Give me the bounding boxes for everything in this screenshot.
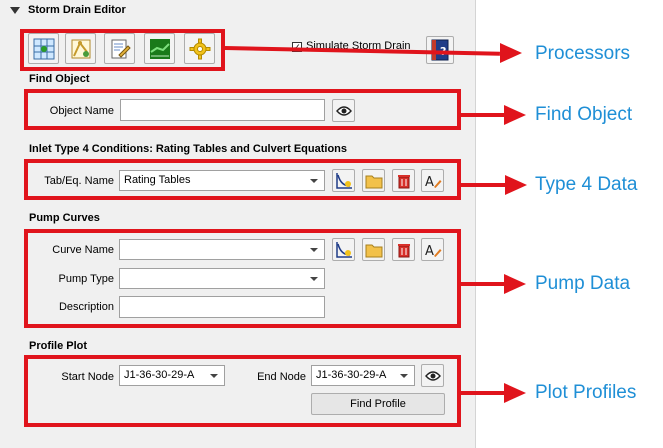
type4-arrowhead — [505, 175, 527, 195]
profile-plot-title: Profile Plot — [29, 340, 88, 352]
type4-title: Inlet Type 4 Conditions: Rating Tables a… — [29, 143, 348, 155]
panel-header[interactable]: Storm Drain Editor — [10, 2, 126, 18]
profile-arrow-line — [461, 391, 505, 395]
processors-highlight-box — [20, 29, 225, 71]
pump-curves-title: Pump Curves — [29, 212, 100, 224]
plot-callout: Plot Profiles — [535, 382, 637, 403]
profile-highlight-box — [24, 355, 461, 427]
pump-highlight-box — [24, 229, 461, 328]
type4-arrow-line — [461, 183, 506, 187]
collapse-triangle-icon[interactable] — [10, 6, 20, 14]
pump-arrowhead — [504, 274, 526, 294]
find-object-arrowhead — [504, 105, 526, 125]
pump-callout: Pump Data — [535, 273, 631, 294]
find-object-arrow-line — [461, 113, 505, 117]
pump-arrow-line — [461, 282, 505, 286]
processors-arrowhead — [500, 43, 522, 63]
find-object-callout: Find Object — [535, 104, 633, 125]
panel-title: Storm Drain Editor — [28, 4, 126, 16]
find-object-title: Find Object — [29, 73, 90, 85]
type4-callout: Type 4 Data — [535, 174, 638, 195]
find-object-highlight-box — [24, 89, 461, 130]
processors-callout: Processors — [535, 43, 631, 64]
profile-arrowhead — [504, 383, 526, 403]
type4-highlight-box — [24, 159, 461, 200]
